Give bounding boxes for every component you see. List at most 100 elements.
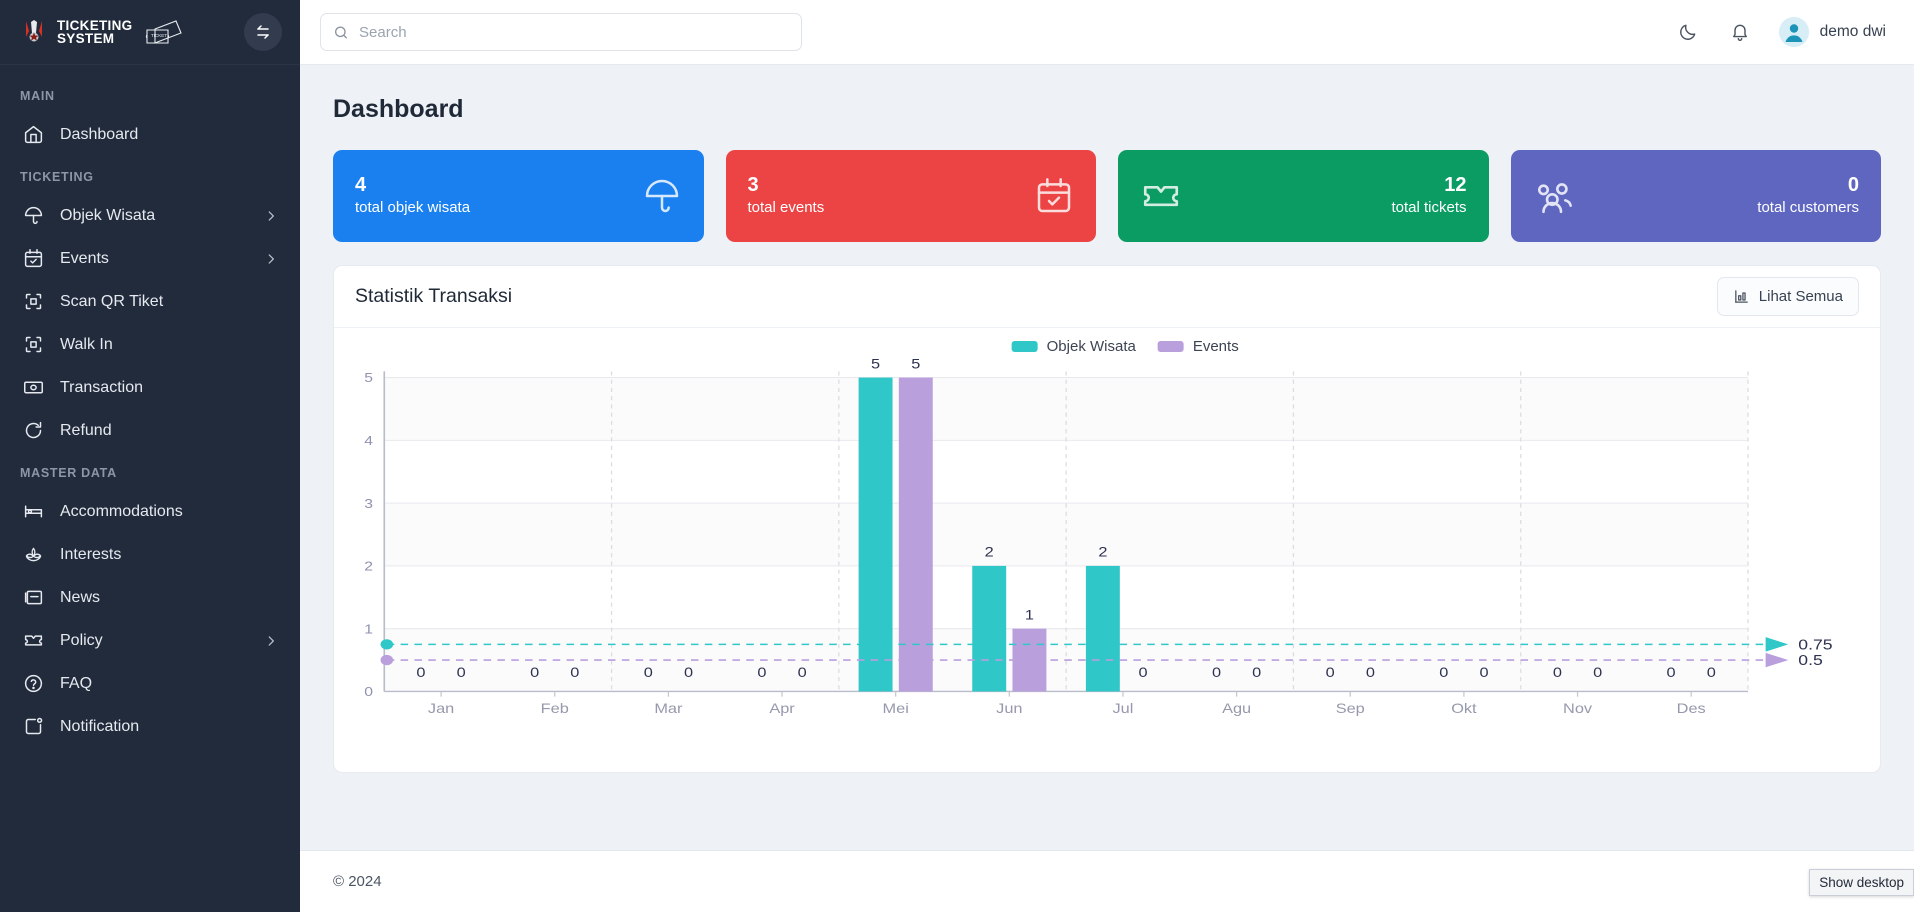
x-axis-tick-label: Jul	[1113, 701, 1134, 716]
sidebar-item-label: Refund	[60, 421, 112, 439]
footer: © 2024	[300, 850, 1914, 912]
stat-card-text: 0 total customers	[1757, 173, 1859, 219]
scan-icon	[22, 291, 44, 313]
sidebar-item-interests[interactable]: Interests	[0, 533, 300, 576]
sidebar-item-objek-wisata[interactable]: Objek Wisata	[0, 194, 300, 237]
stat-card-total-events[interactable]: 3 total events	[725, 150, 1096, 242]
chart-legend: Objek Wisata Events	[1011, 338, 1239, 355]
question-circle-icon	[22, 673, 44, 695]
x-axis-tick-label: Apr	[769, 701, 794, 716]
bar-value-label: 0	[798, 665, 807, 680]
sidebar: TICKETING SYSTEM TICKET MAIN Dashboard T…	[0, 0, 300, 912]
legend-item-objek-wisata[interactable]: Objek Wisata	[1011, 338, 1136, 355]
nav-section-main: MAIN	[20, 89, 55, 103]
bar-value-label: 0	[684, 665, 693, 680]
x-axis-tick-label: Mar	[654, 701, 682, 716]
annotation-start-dot	[380, 654, 394, 666]
ticket-icon	[22, 630, 44, 652]
bar-value-label: 0	[644, 665, 653, 680]
search-icon	[335, 25, 348, 39]
sidebar-item-news[interactable]: News	[0, 576, 300, 619]
sidebar-item-walk-in[interactable]: Walk In	[0, 323, 300, 366]
sidebar-item-label: Transaction	[60, 378, 143, 396]
search-input[interactable]	[359, 23, 789, 41]
bed-icon	[22, 501, 44, 523]
sidebar-item-notification[interactable]: Notification	[0, 705, 300, 748]
sidebar-item-refund[interactable]: Refund	[0, 409, 300, 452]
sidebar-item-label: Accommodations	[60, 502, 183, 520]
calendar-check-icon	[22, 248, 44, 270]
user-avatar-icon	[1778, 17, 1809, 47]
stat-card-value: 4	[355, 174, 367, 196]
newspaper-icon	[22, 587, 44, 609]
bar-value-label: 2	[985, 545, 994, 560]
sidebar-item-policy[interactable]: Policy	[0, 619, 300, 662]
sidebar-item-accommodations[interactable]: Accommodations	[0, 490, 300, 533]
legend-item-events[interactable]: Events	[1157, 338, 1239, 355]
bar-value-label: 0	[457, 665, 466, 680]
x-axis-tick-label: Nov	[1563, 701, 1593, 716]
stat-card-text: 4 total objek wisata	[355, 173, 470, 219]
stat-card-total-objek-wisata[interactable]: 4 total objek wisata	[333, 150, 704, 242]
stat-card-label: total tickets	[1391, 199, 1467, 216]
bar-value-label: 0	[757, 665, 766, 680]
legend-label: Objek Wisata	[1046, 338, 1136, 355]
bar-value-label: 0	[1139, 665, 1148, 680]
x-axis-tick-label: Des	[1677, 701, 1706, 716]
notifications-button[interactable]	[1727, 19, 1753, 45]
bar-value-label: 0	[416, 665, 425, 680]
page-title: Dashboard	[333, 95, 464, 123]
stat-card-total-tickets[interactable]: 12 total tickets	[1118, 150, 1489, 242]
sidebar-item-dashboard[interactable]: Dashboard	[0, 113, 300, 156]
scan-frame-icon	[22, 334, 44, 356]
sidebar-item-label: Walk In	[60, 335, 113, 353]
legend-swatch	[1011, 341, 1038, 352]
bar-value-label: 0	[1667, 665, 1676, 680]
y-axis-tick-label: 4	[364, 434, 373, 448]
stat-card-label: total customers	[1757, 199, 1859, 216]
lihat-semua-button[interactable]: Lihat Semua	[1716, 277, 1859, 316]
sidebar-collapse-button[interactable]	[244, 13, 282, 51]
annotation-arrow-head	[1765, 652, 1789, 668]
stat-card-text: 12 total tickets	[1391, 173, 1466, 219]
y-axis-tick-label: 2	[364, 560, 373, 574]
bar-value-label: 0	[1553, 665, 1562, 680]
stat-card-text: 3 total events	[748, 173, 825, 219]
x-axis-tick-label: Feb	[541, 701, 569, 716]
umbrella-icon	[22, 205, 44, 227]
chart-area: Objek Wisata Events 0 1 2 3 4 5 Jan Feb Mar Apr Me…	[334, 328, 1880, 772]
stat-card-label: total events	[747, 199, 825, 216]
app-root: TICKETING SYSTEM TICKET MAIN Dashboard T…	[0, 0, 1914, 912]
annotation-label: 0.75	[1798, 637, 1832, 653]
sidebar-item-transaction[interactable]: Transaction	[0, 366, 300, 409]
stat-card-value: 0	[1847, 174, 1859, 196]
ticket-icon	[1143, 185, 1179, 207]
sidebar-item-label: Objek Wisata	[60, 206, 156, 224]
sidebar-item-events[interactable]: Events	[0, 237, 300, 280]
sidebar-item-faq[interactable]: FAQ	[0, 662, 300, 705]
bar-value-label: 0	[1707, 665, 1716, 680]
annotation-start-dot	[380, 639, 394, 650]
search-box[interactable]	[320, 13, 802, 51]
avatar	[1778, 17, 1809, 47]
sidebar-item-scan-qr-tiket[interactable]: Scan QR Tiket	[0, 280, 300, 323]
bar-value-label: 5	[871, 357, 880, 372]
user-menu[interactable]: demo dwi	[1778, 17, 1886, 47]
brand-line-1: TICKETING	[57, 17, 133, 33]
theme-toggle-button[interactable]	[1675, 19, 1701, 45]
page-content: Dashboard 4 total objek wisata 3 total e…	[300, 65, 1914, 850]
brand-logo[interactable]: TICKETING SYSTEM TICKET	[20, 17, 234, 46]
bar-value-label: 0	[1479, 665, 1488, 680]
x-axis-tick-label: Okt	[1451, 701, 1477, 716]
stat-card-total-customers[interactable]: 0 total customers	[1510, 150, 1881, 242]
moon-icon	[1679, 24, 1696, 40]
sidebar-item-label: News	[60, 588, 101, 606]
umbrella-icon	[645, 179, 678, 213]
x-axis-tick-label: Sep	[1336, 701, 1365, 716]
calendar-check-icon	[1037, 178, 1071, 213]
footer-copyright: © 2024	[333, 873, 382, 890]
bar-value-label: 0	[1593, 665, 1602, 680]
chevron-right-icon	[268, 210, 274, 221]
logo-mark-icon	[26, 20, 42, 42]
annotation-label: 0.5	[1798, 653, 1823, 669]
